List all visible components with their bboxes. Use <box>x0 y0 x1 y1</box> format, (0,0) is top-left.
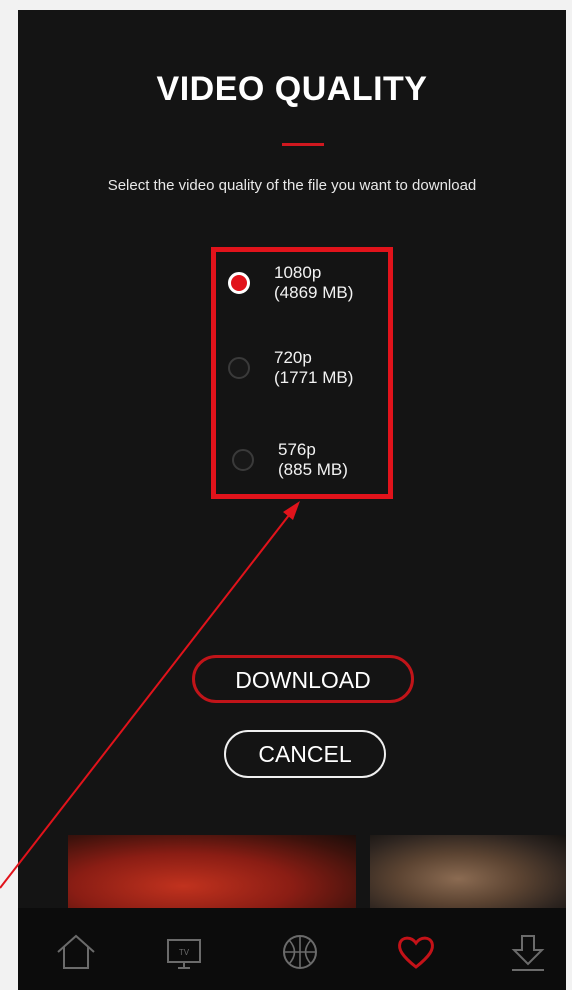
annotation-highlight-box <box>211 247 393 499</box>
title-underline <box>282 143 324 146</box>
dialog-subtitle: Select the video quality of the file you… <box>107 177 477 194</box>
bottom-nav-bar: TV <box>18 908 566 990</box>
home-icon <box>57 934 95 969</box>
heart-icon <box>398 936 434 969</box>
nav-tv[interactable]: TV <box>162 930 206 974</box>
phone-screen: VIDEO QUALITY Select the video quality o… <box>18 10 566 990</box>
nav-home[interactable] <box>54 930 98 974</box>
download-button[interactable]: DOWNLOAD <box>192 655 414 703</box>
tv-icon: TV <box>167 939 201 969</box>
dialog-title: VIDEO QUALITY <box>156 70 428 108</box>
download-icon <box>511 935 545 971</box>
cancel-button[interactable]: CANCEL <box>224 730 386 778</box>
nav-sports[interactable] <box>278 930 322 974</box>
movie-thumbnail[interactable] <box>370 835 566 908</box>
nav-favorites[interactable] <box>394 930 438 974</box>
thumbnail-strip <box>18 835 566 908</box>
basketball-icon <box>283 935 317 969</box>
movie-thumbnail[interactable] <box>68 835 356 908</box>
nav-downloads[interactable] <box>506 930 550 974</box>
tv-label: TV <box>179 948 190 957</box>
